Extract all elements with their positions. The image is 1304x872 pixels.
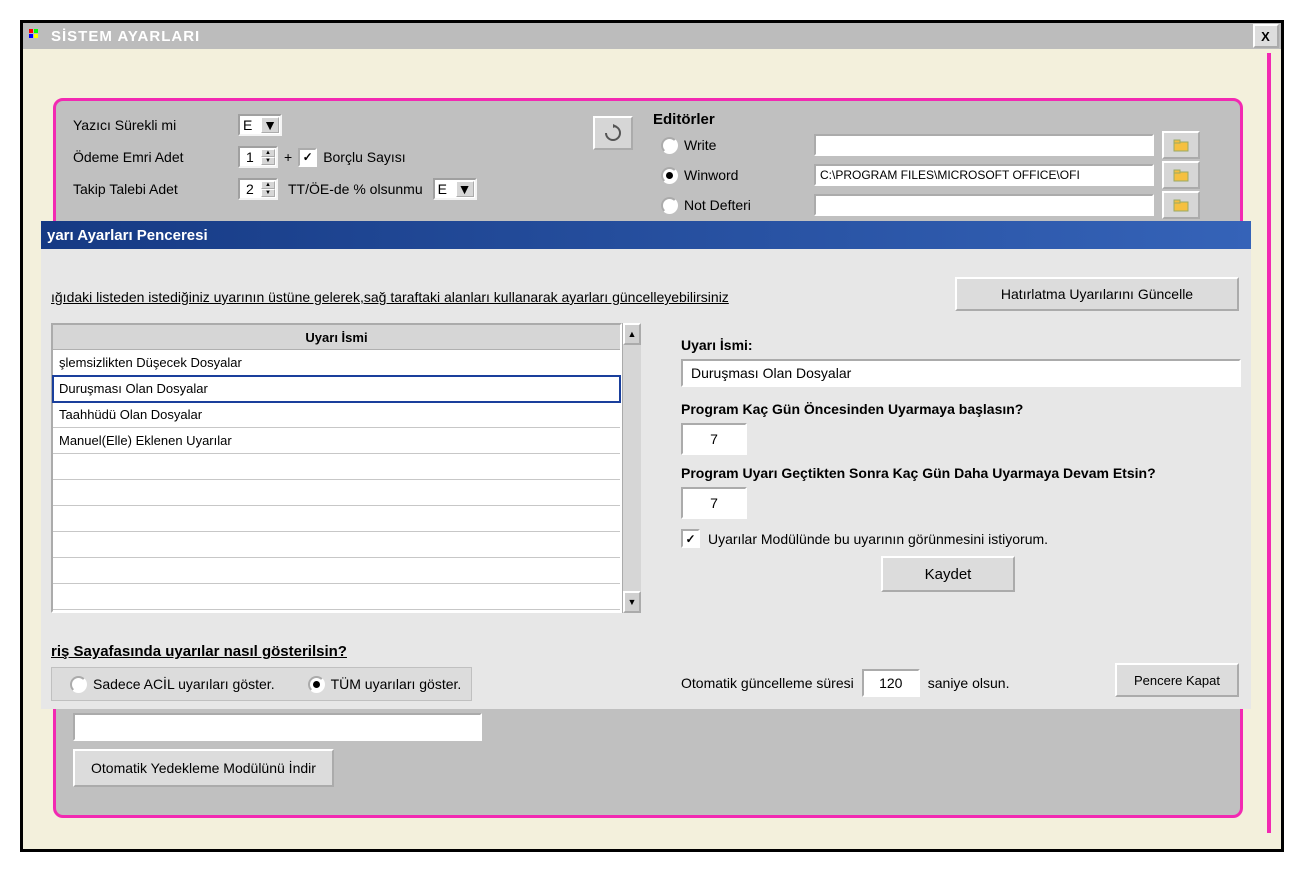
alert-list: Uyarı İsmi şlemsizlikten Düşecek Dosyala… — [51, 323, 641, 613]
list-item[interactable]: Duruşması Olan Dosyalar — [53, 376, 620, 402]
auto-update-label-after: saniye olsun. — [928, 675, 1010, 691]
radio-show-all[interactable] — [308, 676, 325, 693]
window-title: SİSTEM AYARLARI — [51, 28, 200, 45]
notepad-label: Not Defteri — [684, 197, 814, 213]
debtor-count-checkbox[interactable]: ✓ — [298, 148, 317, 167]
dialog-titlebar: yarı Ayarları Penceresi — [41, 221, 1251, 249]
days-before-label: Program Kaç Gün Öncesinden Uyarmaya başl… — [681, 401, 1231, 417]
spin-up-icon[interactable]: ▲ — [261, 181, 275, 189]
browse-winword-button[interactable] — [1162, 161, 1200, 189]
alert-name-label: Uyarı İsmi: — [681, 337, 1231, 353]
followup-spinner[interactable]: 2 ▲▼ — [238, 178, 278, 200]
radio-winword[interactable] — [661, 167, 678, 184]
dialog-info: ığıdaki listeden istediğiniz uyarının üs… — [51, 289, 729, 305]
how-show-title: riş Sayafasında uyarılar nasıl gösterils… — [51, 643, 347, 660]
list-item[interactable]: şlemsizlikten Düşecek Dosyalar — [53, 350, 620, 376]
spin-down-icon[interactable]: ▼ — [261, 157, 275, 165]
chevron-down-icon[interactable]: ▼ — [456, 181, 474, 197]
scrollbar-indicator — [1267, 53, 1271, 833]
app-icon — [27, 27, 45, 45]
refresh-icon — [604, 124, 622, 142]
folder-icon — [1173, 168, 1189, 182]
scroll-up-icon[interactable]: ▲ — [623, 323, 641, 345]
chevron-down-icon[interactable]: ▼ — [261, 117, 279, 133]
show-all-label: TÜM uyarıları göster. — [331, 676, 462, 692]
spin-down-icon[interactable]: ▼ — [261, 189, 275, 197]
show-urgent-label: Sadece ACİL uyarıları göster. — [93, 676, 275, 692]
followup-label: Takip Talebi Adet — [73, 181, 238, 197]
close-window-button[interactable]: Pencere Kapat — [1115, 663, 1239, 697]
list-item[interactable] — [53, 558, 620, 584]
list-scrollbar[interactable]: ▲ ▼ — [622, 323, 641, 613]
tt-oe-label: TT/ÖE-de % olsunmu — [288, 181, 423, 197]
list-item[interactable]: Taahhüdü Olan Dosyalar — [53, 402, 620, 428]
show-in-module-checkbox[interactable]: ✓ — [681, 529, 700, 548]
editors-title: Editörler — [653, 111, 1200, 128]
scroll-down-icon[interactable]: ▼ — [623, 591, 641, 613]
save-button[interactable]: Kaydet — [881, 556, 1015, 592]
radio-write[interactable] — [661, 137, 678, 154]
folder-icon — [1173, 198, 1189, 212]
browse-notepad-button[interactable] — [1162, 191, 1200, 219]
download-backup-module-button[interactable]: Otomatik Yedekleme Modülünü İndir — [73, 749, 334, 787]
list-item[interactable] — [53, 480, 620, 506]
refresh-button[interactable] — [593, 116, 633, 150]
radio-notepad[interactable] — [661, 197, 678, 214]
days-after-input[interactable]: 7 — [681, 487, 747, 519]
write-label: Write — [684, 137, 814, 153]
winword-label: Winword — [684, 167, 814, 183]
folder-icon — [1173, 138, 1189, 152]
printer-select[interactable]: E ▼ — [238, 114, 282, 136]
payment-order-spinner[interactable]: 1 ▲▼ — [238, 146, 278, 168]
radio-show-urgent[interactable] — [70, 676, 87, 693]
browse-write-button[interactable] — [1162, 131, 1200, 159]
dialog-body: ığıdaki listeden istediğiniz uyarının üs… — [41, 249, 1251, 709]
debtor-count-label: Borçlu Sayısı — [323, 149, 405, 165]
notepad-path-input[interactable] — [814, 194, 1154, 216]
extra-input[interactable] — [73, 713, 482, 741]
tt-oe-select[interactable]: E ▼ — [433, 178, 477, 200]
list-item[interactable] — [53, 532, 620, 558]
alert-list-header: Uyarı İsmi — [53, 325, 620, 350]
auto-update-seconds-input[interactable]: 120 — [862, 669, 920, 697]
update-reminders-button[interactable]: Hatırlatma Uyarılarını Güncelle — [955, 277, 1239, 311]
close-icon[interactable]: X — [1253, 24, 1279, 48]
days-before-input[interactable]: 7 — [681, 423, 747, 455]
spin-up-icon[interactable]: ▲ — [261, 149, 275, 157]
list-item[interactable]: Manuel(Elle) Eklenen Uyarılar — [53, 428, 620, 454]
list-item[interactable] — [53, 454, 620, 480]
winword-path-input[interactable]: C:\PROGRAM FILES\MICROSOFT OFFICE\OFI — [814, 164, 1154, 186]
alert-name-input[interactable]: Duruşması Olan Dosyalar — [681, 359, 1241, 387]
list-item[interactable] — [53, 584, 620, 610]
show-in-module-label: Uyarılar Modülünde bu uyarının görünmesi… — [708, 531, 1048, 547]
plus-label: + — [284, 149, 292, 165]
auto-update-label-before: Otomatik güncelleme süresi — [681, 675, 854, 691]
payment-order-label: Ödeme Emri Adet — [73, 149, 238, 165]
printer-label: Yazıcı Sürekli mi — [73, 117, 238, 133]
write-path-input[interactable] — [814, 134, 1154, 156]
days-after-label: Program Uyarı Geçtikten Sonra Kaç Gün Da… — [681, 465, 1231, 481]
list-item[interactable] — [53, 506, 620, 532]
window-titlebar: SİSTEM AYARLARI X — [23, 23, 1281, 49]
